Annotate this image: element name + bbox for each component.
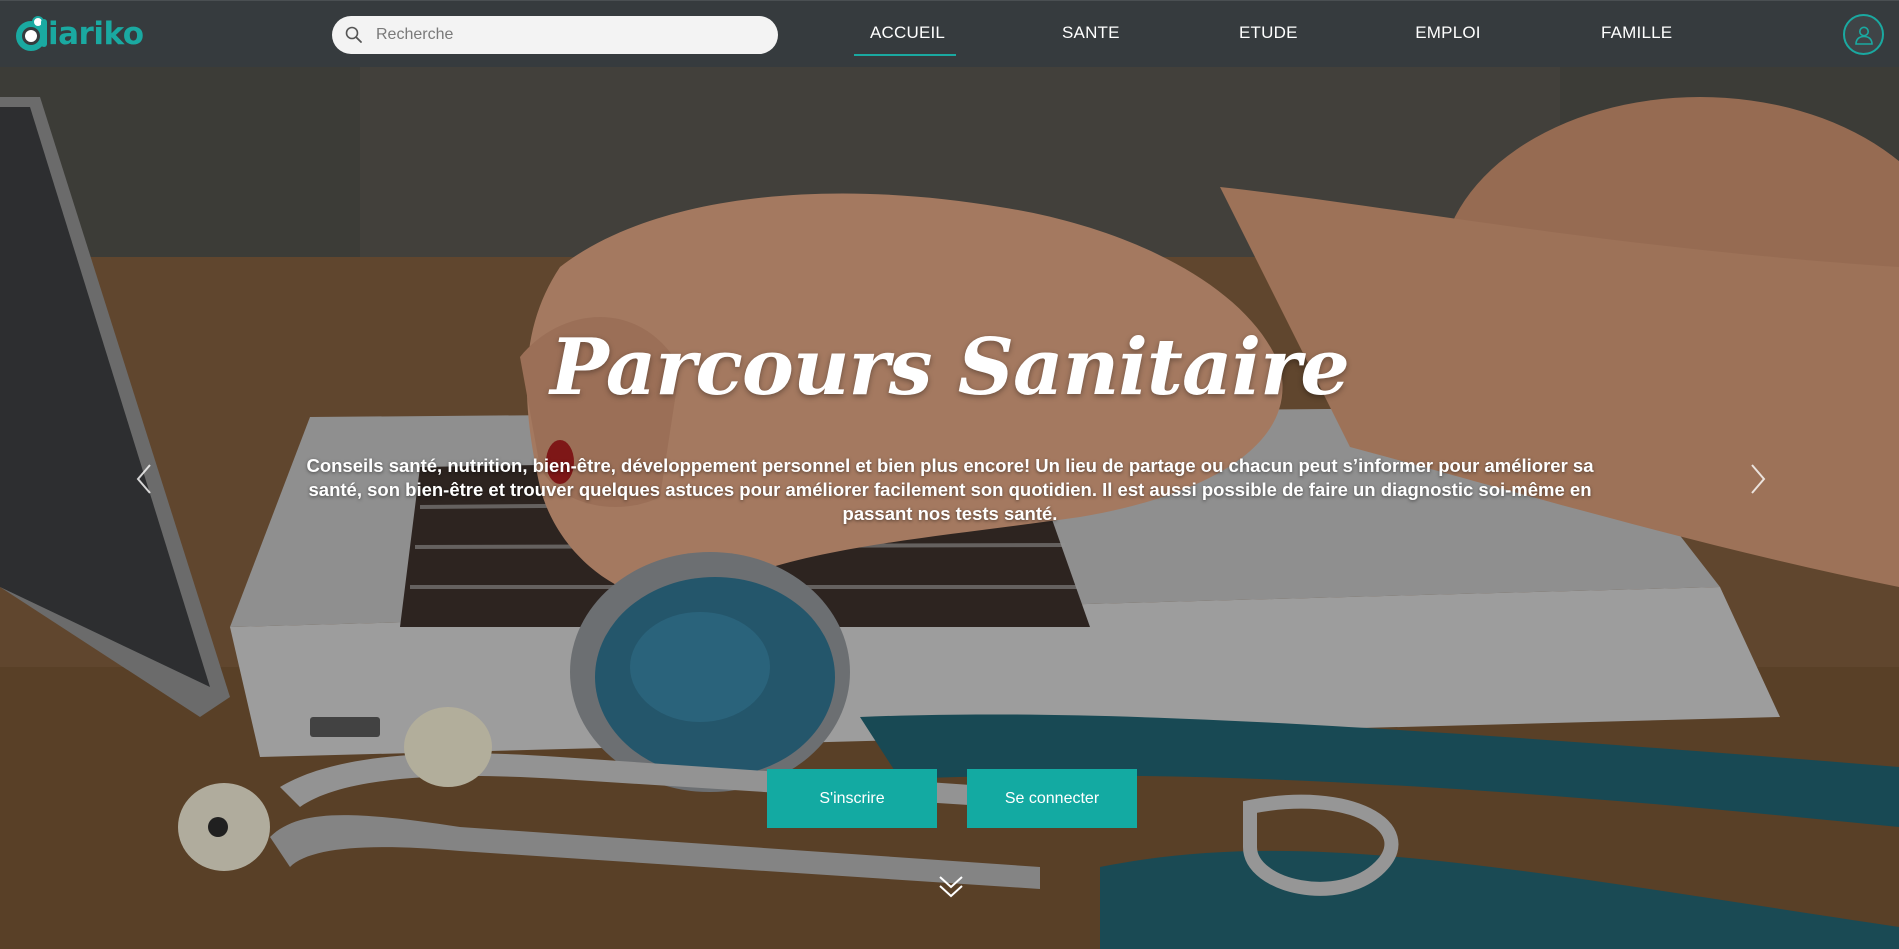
search-icon [345, 26, 362, 43]
signup-button[interactable]: S'inscrire [767, 769, 937, 828]
user-icon [1854, 26, 1873, 45]
nav-item-sante[interactable]: SANTE [1062, 23, 1119, 47]
logo-mark-icon [16, 16, 47, 51]
chevron-left-icon [136, 464, 151, 494]
carousel-prev-button[interactable] [132, 459, 156, 499]
logo-text: iariko [48, 16, 144, 52]
chevron-right-icon [1751, 464, 1766, 494]
nav-item-emploi[interactable]: EMPLOI [1415, 23, 1481, 47]
search-input[interactable] [376, 26, 756, 44]
diariko-logo[interactable]: iariko [14, 13, 144, 55]
scroll-down-button[interactable] [936, 873, 966, 901]
hero-description: Conseils santé, nutrition, bien-être, dé… [306, 455, 1594, 524]
user-account-button[interactable] [1843, 14, 1884, 55]
hero-title: Parcours Sanitaire [550, 322, 1350, 413]
double-chevron-down-icon [939, 876, 963, 898]
hero-carousel: Parcours Sanitaire Conseils santé, nutri… [0, 67, 1899, 949]
top-navbar: iariko ACCUEIL SANTE ETUDE EMPLOI FAMILL… [0, 0, 1899, 67]
nav-item-accueil[interactable]: ACCUEIL [854, 23, 956, 56]
login-button[interactable]: Se connecter [967, 769, 1137, 828]
nav-item-famille[interactable]: FAMILLE [1601, 23, 1672, 47]
carousel-next-button[interactable] [1746, 459, 1770, 499]
nav-item-etude[interactable]: ETUDE [1239, 23, 1297, 47]
search-bar[interactable] [332, 16, 778, 54]
